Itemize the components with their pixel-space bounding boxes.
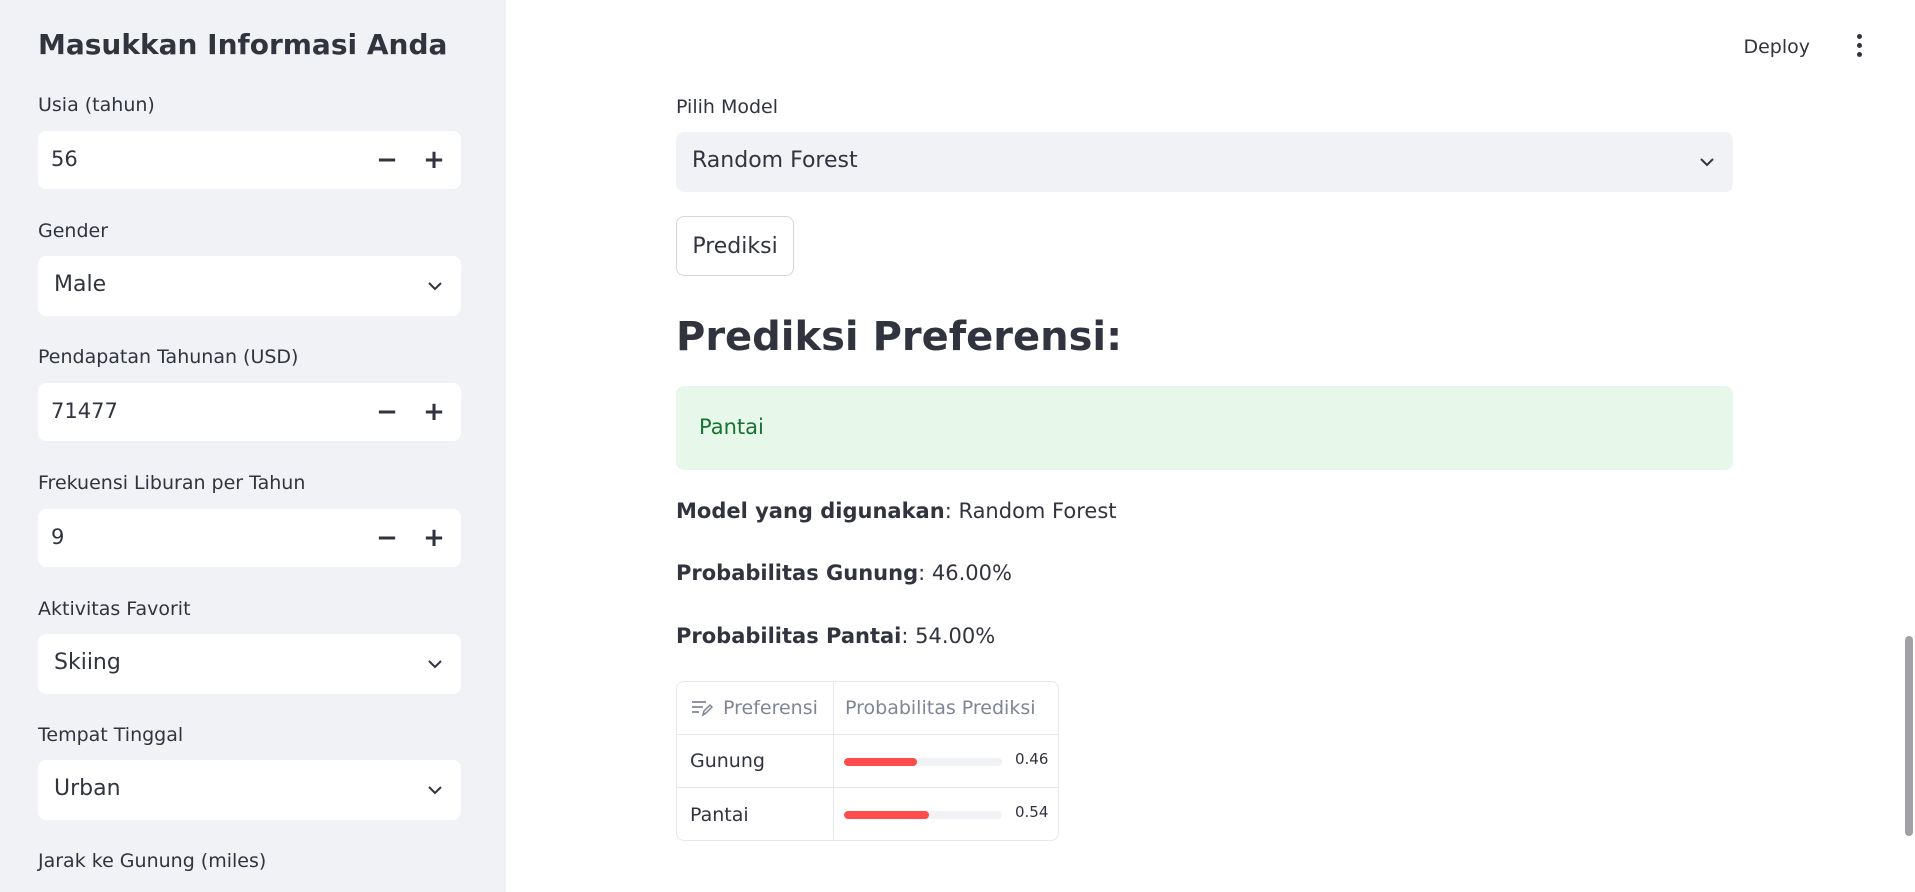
prob-gunung-value: : 46.00% — [918, 561, 1012, 585]
bar-value: 0.54 — [1015, 803, 1049, 821]
prob-pantai-line: Probabilitas Pantai: 54.00% — [676, 624, 995, 648]
result-heading: Prediksi Preferensi: — [676, 314, 1123, 360]
activity-label: Aktivitas Favorit — [38, 598, 191, 620]
residence-value: Urban — [54, 776, 121, 801]
gender-value: Male — [54, 272, 107, 297]
prob-pantai-value: : 54.00% — [901, 624, 996, 648]
more-menu-icon[interactable] — [1849, 34, 1869, 60]
chevron-down-icon — [1700, 158, 1714, 167]
model-used-value: : Random Forest — [944, 499, 1117, 523]
gender-label: Gender — [38, 220, 109, 242]
progress-bar-fill — [844, 811, 930, 819]
table-cell-label: Gunung — [677, 735, 834, 788]
income-increment-button[interactable]: + — [414, 392, 454, 432]
column-header-label: Probabilitas Prediksi — [845, 697, 1036, 719]
chevron-down-icon — [428, 786, 442, 795]
income-input[interactable]: 71477 − + — [38, 383, 461, 441]
activity-select[interactable]: Skiing — [38, 634, 461, 694]
chevron-down-icon — [428, 282, 442, 291]
model-select-label: Pilih Model — [676, 96, 779, 118]
income-label: Pendapatan Tahunan (USD) — [38, 346, 299, 368]
age-label: Usia (tahun) — [38, 94, 155, 116]
sidebar-title: Masukkan Informasi Anda — [38, 28, 448, 61]
result-value: Pantai — [699, 415, 764, 439]
income-decrement-button[interactable]: − — [367, 392, 407, 432]
result-success-box: Pantai — [676, 386, 1733, 470]
predict-button[interactable]: Prediksi — [676, 216, 794, 276]
deploy-button[interactable]: Deploy — [1743, 36, 1810, 58]
freq-label: Frekuensi Liburan per Tahun — [38, 472, 306, 494]
prob-pantai-label: Probabilitas Pantai — [676, 624, 902, 648]
age-increment-button[interactable]: + — [414, 140, 454, 180]
column-header-label: Preferensi — [723, 697, 818, 719]
column-header-preferensi[interactable]: Preferensi — [677, 682, 834, 735]
freq-input[interactable]: 9 − + — [38, 509, 461, 567]
table-cell-label: Pantai — [677, 788, 834, 840]
prob-gunung-line: Probabilitas Gunung: 46.00% — [676, 561, 1012, 585]
income-value[interactable]: 71477 — [51, 399, 118, 423]
probability-table[interactable]: Preferensi Probabilitas Prediksi Gunung … — [676, 681, 1059, 841]
bar-value: 0.46 — [1015, 750, 1049, 768]
freq-value[interactable]: 9 — [51, 525, 64, 549]
model-select-value: Random Forest — [692, 148, 858, 173]
table-cell-bar: 0.46 — [834, 735, 1058, 788]
table-cell-bar: 0.54 — [834, 788, 1058, 840]
age-value[interactable]: 56 — [51, 147, 78, 171]
model-select[interactable]: Random Forest — [676, 132, 1733, 192]
scrollbar[interactable] — [1905, 636, 1913, 836]
activity-value: Skiing — [54, 650, 121, 675]
progress-bar-track — [844, 811, 1002, 819]
model-used-line: Model yang digunakan: Random Forest — [676, 499, 1117, 523]
column-header-probabilitas[interactable]: Probabilitas Prediksi — [834, 682, 1058, 735]
residence-label: Tempat Tinggal — [38, 724, 184, 746]
age-decrement-button[interactable]: − — [367, 140, 407, 180]
progress-bar-track — [844, 758, 1002, 766]
prob-gunung-label: Probabilitas Gunung — [676, 561, 919, 585]
sidebar: Masukkan Informasi Anda Usia (tahun) 56 … — [0, 0, 506, 892]
distance-label: Jarak ke Gunung (miles) — [38, 850, 267, 872]
progress-bar-fill — [844, 758, 917, 766]
model-used-label: Model yang digunakan — [676, 499, 945, 523]
chevron-down-icon — [428, 660, 442, 669]
age-input[interactable]: 56 − + — [38, 131, 461, 189]
freq-decrement-button[interactable]: − — [367, 518, 407, 558]
freq-increment-button[interactable]: + — [414, 518, 454, 558]
gender-select[interactable]: Male — [38, 256, 461, 316]
residence-select[interactable]: Urban — [38, 760, 461, 820]
main-content: Deploy Pilih Model Random Forest Prediks… — [506, 0, 1915, 892]
edit-list-icon — [692, 701, 713, 717]
